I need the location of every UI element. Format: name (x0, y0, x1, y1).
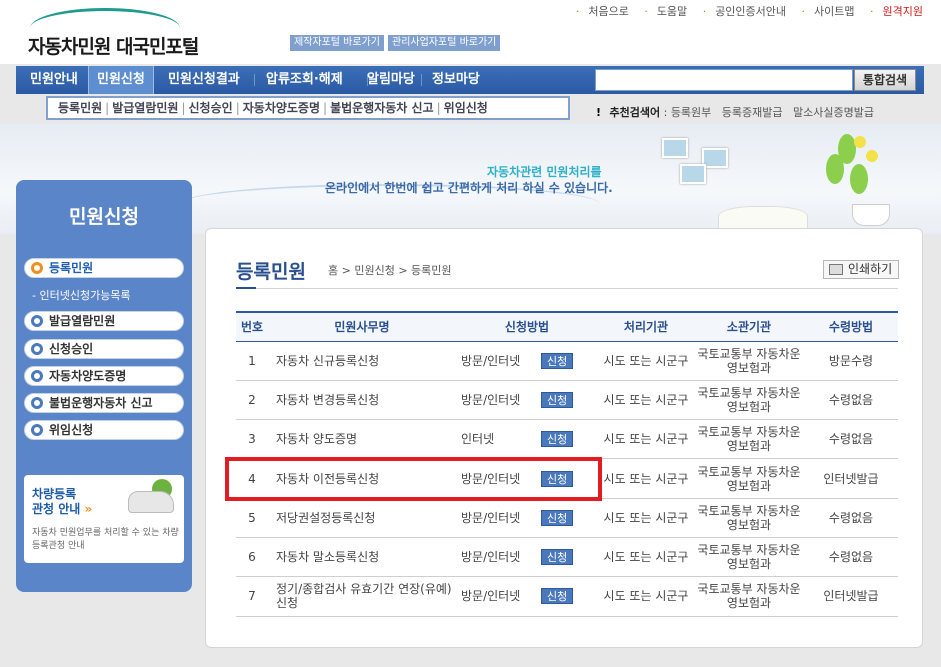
registration-office-promo[interactable]: 차량등록 관청 안내 » 자동차 민원업무를 처리할 수 있는 차량등록관청 안내 (24, 475, 184, 563)
service-name: 정기/종합검사 유효기간 연장(유예)신청 (268, 576, 456, 617)
util-link-cert[interactable]: · 공인인증서안내 (697, 5, 786, 18)
util-link-remote[interactable]: · 원격지원 (864, 5, 923, 18)
subnav-item-delegation[interactable]: 위임신청 (444, 101, 488, 115)
apply-button[interactable]: 신청 (541, 588, 574, 605)
car-icon (128, 491, 174, 513)
bullet-icon (31, 315, 43, 327)
lnb-item-transfer-proof[interactable]: 자동차양도증명 (24, 366, 184, 386)
print-button[interactable]: 인쇄하기 (823, 260, 900, 279)
keyword-link[interactable]: 등록원부 (671, 106, 711, 119)
breadcrumb-home[interactable]: 홈 (328, 264, 338, 277)
row-highlight-box (225, 457, 602, 501)
table-row: 2 자동차 변경등록신청 방문/인터넷 신청 시도 또는 시군구 국토교통부 자동… (236, 380, 898, 421)
th-number: 번호 (236, 311, 268, 342)
apply-button[interactable]: 신청 (541, 352, 574, 369)
lnb-item-illegal-report[interactable]: 불법운행자동차 신고 (24, 393, 184, 413)
subnav-item-issue[interactable]: 발급열람민원 (112, 101, 178, 115)
site-logo[interactable]: 자동차민원 대국민포털 (26, 8, 246, 58)
gnb-item-info[interactable]: 정보마당 (424, 66, 488, 94)
service-name: 자동차 말소등록신청 (268, 537, 456, 578)
gnb-item-guide[interactable]: 민원안내 (22, 66, 86, 94)
service-name: 자동차 양도증명 (268, 419, 456, 460)
utility-links: · 처음으로 · 도움말 · 공인인증서안내 · 사이트맵 · 원격지원 (564, 3, 923, 19)
breadcrumb: 홈 > 민원신청 > 등록민원 (328, 264, 452, 277)
apply-button[interactable]: 신청 (541, 549, 574, 566)
util-link-help[interactable]: · 도움말 (638, 5, 687, 18)
th-receive: 수령방법 (804, 311, 898, 342)
recommended-keywords: ! 추천검색어 : 등록원부 등록증재발급 말소사실증명발급 (596, 106, 874, 119)
subnav-item-transfer-proof[interactable]: 자동차양도증명 (243, 101, 320, 115)
bullet-icon (31, 262, 43, 274)
promo-title: 차량등록 관청 안내 » (32, 487, 93, 516)
cup-illustration (852, 204, 890, 226)
photo-icon (662, 138, 688, 158)
recommend-label: 추천검색어 (609, 106, 661, 119)
title-underline (236, 287, 256, 289)
banner-line-1: 자동차관련 민원처리를 (487, 165, 602, 179)
th-owner: 소관기관 (694, 311, 804, 342)
breadcrumb-apply[interactable]: 민원신청 (354, 264, 394, 277)
table-row: 3 자동차 양도증명 인터넷 신청 시도 또는 시군구 국토교통부 자동차운영보험… (236, 419, 898, 460)
lnb-item-delegation[interactable]: 위임신청 (24, 420, 184, 440)
th-handler: 처리기관 (598, 311, 694, 342)
breadcrumb-current: 등록민원 (411, 264, 452, 277)
table-row: 7 정기/종합검사 유효기간 연장(유예)신청 방문/인터넷 신청 시도 또는 시… (236, 576, 898, 617)
subnav-item-approval[interactable]: 신청승인 (189, 101, 233, 115)
page: · 처음으로 · 도움말 · 공인인증서안내 · 사이트맵 · 원격지원 자동차민원 대국… (0, 0, 941, 667)
table-row: 1 자동차 신규등록신청 방문/인터넷 신청 시도 또는 시군구 국토교통부 자동… (236, 341, 898, 381)
apply-button[interactable]: 신청 (541, 509, 574, 526)
sub-navigation: 등록민원 | 발급열람민원 | 신청승인 | 자동차양도증명 | 불법운행자동차 신고 | 위임신청 (46, 96, 570, 120)
keyword-link[interactable]: 등록증재발급 (722, 106, 783, 119)
bullet-icon (31, 397, 43, 409)
manager-portal-shortcut[interactable]: 관리사업자포털 바로가기 (388, 35, 501, 51)
gnb-item-notice[interactable]: 알림마당 (359, 66, 423, 94)
apply-button[interactable]: 신청 (541, 431, 574, 448)
bullet-icon (31, 343, 43, 355)
lnb-item-approval[interactable]: 신청승인 (24, 339, 184, 359)
util-link-sitemap[interactable]: · 사이트맵 (796, 5, 855, 18)
logo-text: 자동차민원 대국민포털 (28, 36, 199, 58)
gnb-item-seizure[interactable]: 압류조회·해제 (258, 66, 351, 94)
table-row: 5 저당권설정등록신청 방문/인터넷 신청 시도 또는 시군구 국토교통부 자동차… (236, 498, 898, 538)
service-name: 자동차 신규등록신청 (268, 341, 456, 381)
banner-line-2: 온라인에서 한번에 쉽고 간편하게 처리 하실 수 있습니다. (325, 181, 613, 195)
util-link-home[interactable]: · 처음으로 (570, 5, 629, 18)
printer-icon (829, 264, 843, 275)
left-menu: 민원신청 등록민원 - 인터넷신청가능목록 발급열람민원 신청승인 자동차양도증… (16, 180, 192, 592)
gnb-divider (254, 74, 255, 86)
table-header-row: 번호 민원사무명 신청방법 처리기관 소관기관 수령방법 (236, 311, 898, 342)
photo-icon (680, 164, 706, 184)
promo-description: 자동차 민원업무를 처리할 수 있는 차량등록관청 안내 (32, 528, 179, 551)
service-name: 저당권설정등록신청 (268, 498, 456, 538)
content-panel: 등록민원 홈 > 민원신청 > 등록민원 인쇄하기 번호 민원사무명 신청방법 … (205, 228, 923, 648)
bullet-icon (31, 424, 43, 436)
main-navigation: 민원안내 민원신청 민원신청결과 압류조회·해제 알림마당 정보마당 통합검색 (16, 66, 924, 94)
title-divider (236, 288, 898, 289)
gnb-item-apply[interactable]: 민원신청 (88, 66, 154, 94)
gnb-item-result[interactable]: 민원신청결과 (160, 66, 248, 94)
subnav-item-registration[interactable]: 등록민원 (58, 101, 102, 115)
apply-button[interactable]: 신청 (541, 391, 574, 408)
double-arrow-icon: » (84, 502, 93, 516)
lnb-sub-item[interactable]: - 인터넷신청가능목록 (32, 287, 131, 303)
maker-portal-shortcut[interactable]: 제작자포털 바로가기 (290, 35, 384, 51)
subnav-item-illegal-report[interactable]: 불법운행자동차 신고 (330, 101, 434, 115)
th-method: 신청방법 (456, 311, 598, 342)
exclamation-icon: ! (596, 106, 602, 119)
lnb-item-issue[interactable]: 발급열람민원 (24, 311, 184, 331)
keyword-link[interactable]: 말소사실증명발급 (793, 106, 874, 119)
table-row: 6 자동차 말소등록신청 방문/인터넷 신청 시도 또는 시군구 국토교통부 자동… (236, 537, 898, 578)
th-name: 민원사무명 (268, 311, 456, 342)
page-title: 등록민원 (236, 261, 306, 283)
gnb-divider (421, 74, 422, 86)
plant-illustration (820, 124, 884, 214)
bullet-icon (31, 370, 43, 382)
service-name: 자동차 변경등록신청 (268, 380, 456, 421)
search-button[interactable]: 통합검색 (854, 69, 916, 91)
search-input[interactable] (595, 69, 853, 91)
site-header: · 처음으로 · 도움말 · 공인인증서안내 · 사이트맵 · 원격지원 자동차민원 대국… (0, 0, 941, 64)
lnb-item-registration[interactable]: 등록민원 (24, 258, 184, 278)
left-menu-title: 민원신청 (69, 206, 139, 228)
